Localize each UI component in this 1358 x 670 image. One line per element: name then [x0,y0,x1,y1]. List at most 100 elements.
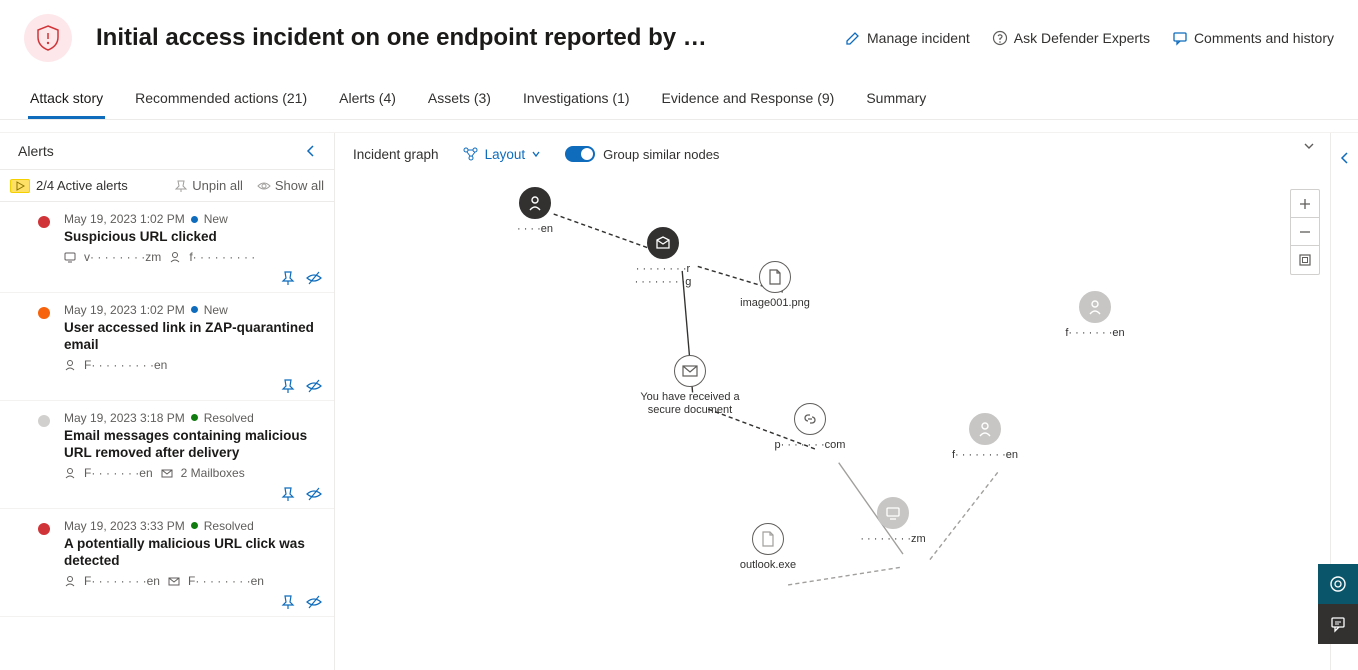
tab-summary[interactable]: Summary [864,84,928,119]
status-dot-new [191,306,198,313]
hide-icon[interactable] [306,270,322,286]
graph-node-label: · · · · · · · ·r · · · · · · · ·g [635,263,692,289]
header-actions: Manage incident Ask Defender Experts Com… [845,30,1334,46]
chevron-down-icon [531,149,541,159]
status-dot-new [191,216,198,223]
collapse-sidebar-icon[interactable] [304,144,318,158]
graph-node-label: image001.png [740,297,810,310]
comments-history-button[interactable]: Comments and history [1172,30,1334,46]
pin-icon[interactable] [280,270,296,286]
user-node-icon [1079,291,1111,323]
ask-experts-label: Ask Defender Experts [1014,30,1150,46]
graph-node-user[interactable]: f· · · · · · ·en [1050,291,1140,340]
content-row: Alerts 2/4 Active alerts Unpin all Show … [0,132,1358,670]
tab-investigations[interactable]: Investigations (1) [521,84,632,119]
alert-time: May 19, 2023 3:18 PM [64,411,185,425]
graph-toolbar: Incident graph Layout Group similar node… [335,133,1330,175]
tab-attack-story[interactable]: Attack story [28,84,105,119]
user-icon [64,467,76,479]
alert-title: Suspicious URL clicked [64,228,320,246]
alert-device: v· · · · · · · ·zm [84,250,161,264]
tab-evidence[interactable]: Evidence and Response (9) [660,84,837,119]
graph-node-user[interactable]: · · · ·en [490,187,580,236]
alert-item[interactable]: May 19, 2023 1:02 PM New User accessed l… [0,293,334,401]
alert-mailboxes: 2 Mailboxes [181,466,245,480]
alerts-sidebar: Alerts 2/4 Active alerts Unpin all Show … [0,133,335,670]
ask-experts-button[interactable]: Ask Defender Experts [992,30,1150,46]
show-all-button[interactable]: Show all [257,178,324,193]
alert-status: Resolved [204,519,254,533]
graph-node-file[interactable]: image001.png [730,261,820,310]
unpin-all-button[interactable]: Unpin all [174,178,243,193]
active-alerts-indicator[interactable]: 2/4 Active alerts [10,178,128,193]
alert-user2: F· · · · · · · ·en [188,574,264,588]
incident-graph-pane: Incident graph Layout Group similar node… [335,133,1330,670]
alert-user: F· · · · · · ·en [84,466,153,480]
file-node-icon [759,261,791,293]
graph-node-email[interactable]: You have received a secure document [635,355,745,417]
tabs-bar: Attack story Recommended actions (21) Al… [0,72,1358,120]
graph-node-label: You have received a secure document [635,391,745,417]
user-icon [169,251,181,263]
layout-dropdown[interactable]: Layout [463,147,542,162]
graph-node-mailbox[interactable]: · · · · · · · ·r · · · · · · · ·g [618,227,708,289]
graph-node-label: outlook.exe [740,559,796,572]
play-icon [10,179,30,193]
expand-graph-icon[interactable] [1302,139,1316,156]
tab-alerts[interactable]: Alerts (4) [337,84,398,119]
incident-shield-icon [24,14,72,62]
tab-recommended-actions[interactable]: Recommended actions (21) [133,84,309,119]
graph-node-user[interactable]: f· · · · · · · ·en [940,413,1030,462]
graph-node-label: · · · · · · · ·zm [860,533,925,546]
zoom-out-button[interactable] [1291,218,1319,246]
hide-icon[interactable] [306,486,322,502]
severity-dot-high [38,216,50,228]
user-node-icon [519,187,551,219]
help-icon [992,30,1008,46]
hide-icon[interactable] [306,378,322,394]
pin-icon[interactable] [280,594,296,610]
sidebar-header: Alerts [0,133,334,170]
graph-title: Incident graph [353,147,439,162]
hide-icon[interactable] [306,594,322,610]
graph-node-url[interactable]: p· · · · · · ·com [765,403,855,452]
feedback-fab[interactable] [1318,604,1358,644]
alert-item[interactable]: May 19, 2023 3:18 PM Resolved Email mess… [0,401,334,509]
alert-item[interactable]: May 19, 2023 1:02 PM New Suspicious URL … [0,202,334,293]
graph-canvas[interactable]: · · · ·en · · · · · · · ·r · · · · · · ·… [335,175,1330,670]
group-similar-toggle[interactable] [565,146,595,162]
tab-assets[interactable]: Assets (3) [426,84,493,119]
comments-label: Comments and history [1194,30,1334,46]
link-node-icon [794,403,826,435]
alert-status: New [204,212,228,226]
layout-icon [463,147,479,161]
pin-icon[interactable] [280,378,296,394]
layout-label: Layout [485,147,526,162]
pin-icon[interactable] [280,486,296,502]
fit-screen-button[interactable] [1291,246,1319,274]
alert-user: f· · · · · · · · · [189,250,255,264]
edit-icon [845,30,861,46]
manage-incident-button[interactable]: Manage incident [845,30,970,46]
zoom-in-button[interactable] [1291,190,1319,218]
alert-item[interactable]: May 19, 2023 3:33 PM Resolved A potentia… [0,509,334,617]
alert-time: May 19, 2023 1:02 PM [64,303,185,317]
expand-right-rail-icon[interactable] [1338,151,1352,165]
graph-node-process[interactable]: outlook.exe [723,523,813,572]
floating-actions [1318,564,1358,644]
graph-node-label: p· · · · · · ·com [775,439,846,452]
status-dot-resolved [191,414,198,421]
device-node-icon [877,497,909,529]
help-fab[interactable] [1318,564,1358,604]
severity-dot-medium [38,307,50,319]
graph-node-label: f· · · · · · ·en [1065,327,1124,340]
alert-user: F· · · · · · · ·en [84,574,160,588]
show-all-label: Show all [275,178,324,193]
mailbox-node-icon [647,227,679,259]
eye-icon [257,179,271,193]
user-icon [64,359,76,371]
alert-status: New [204,303,228,317]
graph-node-device[interactable]: · · · · · · · ·zm [848,497,938,546]
status-dot-resolved [191,522,198,529]
alert-status: Resolved [204,411,254,425]
